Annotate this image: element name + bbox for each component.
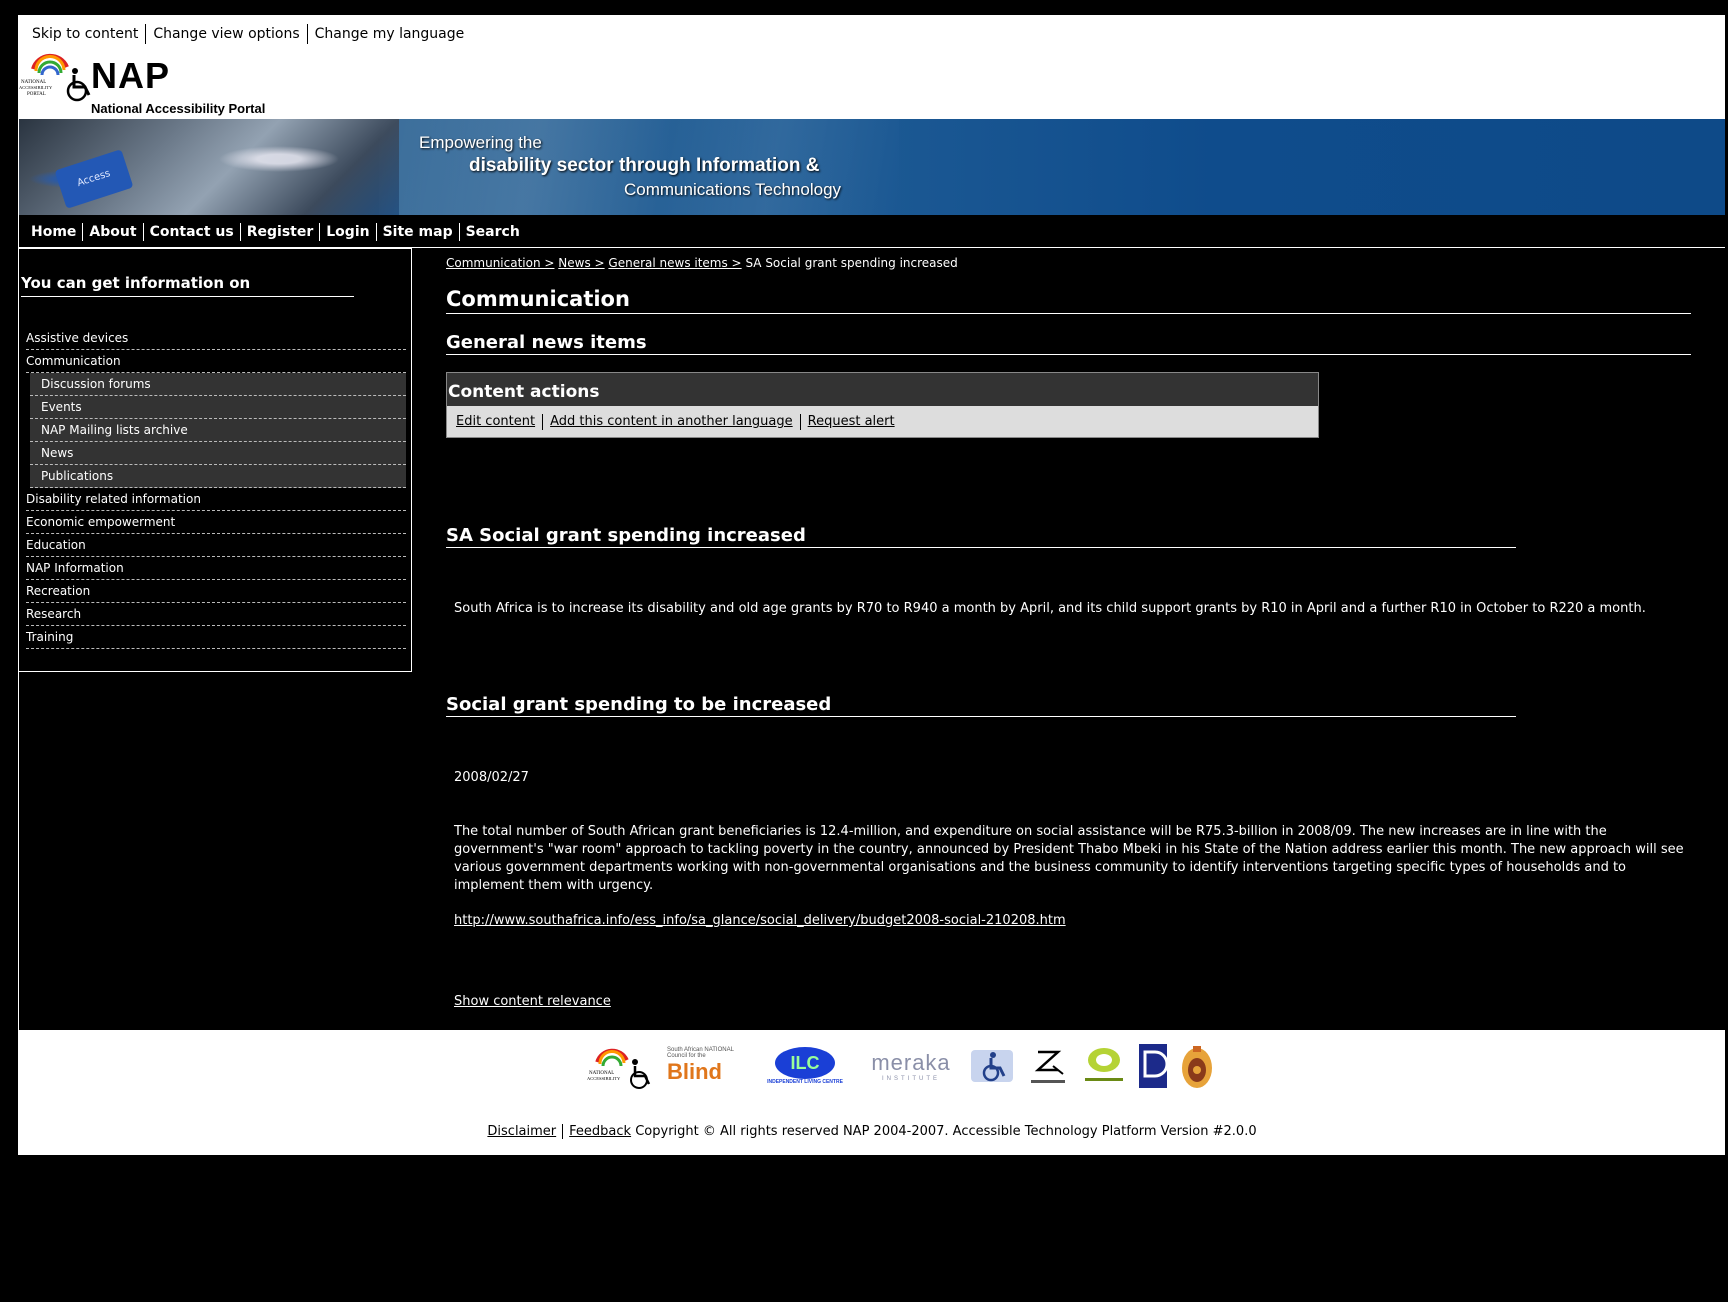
feedback-link[interactable]: Feedback [569, 1124, 631, 1139]
access-key-image: Access [54, 149, 134, 209]
article2-source-link[interactable]: http://www.southafrica.info/ess_info/sa_… [454, 912, 1699, 930]
meraka-logo-sub: INSTITUTE [882, 1076, 940, 1082]
top-nav-links: Home About Contact us Register Login Sit… [31, 223, 526, 241]
article2-title: Social grant spending to be increased [446, 694, 1516, 717]
coat-of-arms-icon[interactable] [1177, 1040, 1217, 1092]
request-alert-link[interactable]: Request alert [799, 414, 902, 430]
breadcrumb: Communication > News > General news item… [446, 256, 958, 270]
partner-logo-row: NATIONAL ACCESSIBILITY South African NAT… [587, 1040, 1217, 1092]
breadcrumb-general-news[interactable]: General news items > [608, 256, 741, 270]
sidebar-item-economic-empowerment[interactable]: Economic empowerment [26, 511, 406, 534]
wheelchair-logo-icon[interactable] [967, 1040, 1017, 1092]
header: Skip to content Change view options Chan… [19, 15, 1725, 119]
sidebar-list: Assistive devices Communication Discussi… [26, 327, 406, 649]
sidebar-item-disability-info[interactable]: Disability related information [26, 488, 406, 511]
nav-about[interactable]: About [82, 223, 142, 241]
sidebar-item-recreation[interactable]: Recreation [26, 580, 406, 603]
nav-register[interactable]: Register [239, 223, 320, 241]
svg-text:ACCESSIBILITY: ACCESSIBILITY [19, 85, 53, 90]
deafblind-logo-icon[interactable] [1023, 1040, 1073, 1092]
banner-text-line2: disability sector through Information & [469, 155, 820, 176]
page: Skip to content Change view options Chan… [18, 15, 1725, 1155]
footer-separator [562, 1124, 564, 1139]
article1-title: SA Social grant spending increased [446, 525, 1516, 548]
footer-line: Disclaimer Feedback Copyright © All right… [19, 1124, 1725, 1139]
skip-to-content-link[interactable]: Skip to content [32, 24, 145, 44]
edit-content-link[interactable]: Edit content [456, 414, 542, 430]
sidebar-item-research[interactable]: Research [26, 603, 406, 626]
article1-body: South Africa is to increase its disabili… [454, 601, 1646, 616]
banner: Access Empowering the disability sector … [19, 119, 1725, 215]
change-language-link[interactable]: Change my language [306, 24, 472, 44]
ilc-logo[interactable]: ILC INDEPENDENT LIVING CENTRE [755, 1040, 855, 1092]
sidebar-item-communication[interactable]: Communication [26, 350, 406, 373]
breadcrumb-current: SA Social grant spending increased [745, 256, 958, 270]
breadcrumb-news[interactable]: News > [558, 256, 604, 270]
mental-health-logo-icon[interactable] [1079, 1040, 1129, 1092]
sidebar-title: You can get information on [21, 274, 354, 297]
section-title: General news items [446, 332, 1691, 355]
page-title: Communication [446, 287, 1691, 314]
sidebar-item-mailing-lists[interactable]: NAP Mailing lists archive [30, 419, 406, 442]
nav-site-map[interactable]: Site map [375, 223, 459, 241]
svg-text:PORTAL: PORTAL [27, 92, 46, 97]
dpsa-logo-icon[interactable] [1135, 1040, 1171, 1092]
meraka-logo-main: meraka [871, 1050, 951, 1075]
nav-login[interactable]: Login [319, 223, 375, 241]
ilc-logo-mark: ILC [775, 1047, 835, 1079]
sidebar-item-news[interactable]: News [30, 442, 406, 465]
sidebar-item-assistive-devices[interactable]: Assistive devices [26, 327, 406, 350]
change-view-options-link[interactable]: Change view options [145, 24, 306, 44]
breadcrumb-communication[interactable]: Communication > [446, 256, 554, 270]
article2-date: 2008/02/27 [454, 770, 529, 785]
site-subtitle: National Accessibility Portal [91, 101, 266, 116]
banner-text-line1: Empowering the [419, 133, 542, 152]
svg-text:ACCESSIBILITY: ACCESSIBILITY [587, 1076, 621, 1081]
sancb-logo-top: South African NATIONAL Council for the [667, 1047, 734, 1059]
ilc-logo-sub: INDEPENDENT LIVING CENTRE [767, 1079, 843, 1085]
top-navigation: Home About Contact us Register Login Sit… [19, 215, 1725, 248]
nap-partner-logo-icon[interactable]: NATIONAL ACCESSIBILITY [587, 1040, 661, 1092]
sidebar-item-education[interactable]: Education [26, 534, 406, 557]
site-title: NAP [91, 55, 171, 96]
sidebar-item-publications[interactable]: Publications [30, 465, 406, 488]
sancb-logo-main: Blind [667, 1059, 722, 1084]
nav-search[interactable]: Search [458, 223, 526, 241]
meraka-logo[interactable]: meraka INSTITUTE [861, 1040, 961, 1092]
nav-contact-us[interactable]: Contact us [142, 223, 240, 241]
banner-photo: Access [19, 119, 399, 215]
nav-home[interactable]: Home [31, 223, 82, 241]
sidebar-item-discussion-forums[interactable]: Discussion forums [30, 373, 406, 396]
sidebar: You can get information on Assistive dev… [19, 248, 412, 672]
article2-body: The total number of South African grant … [454, 824, 1684, 893]
show-relevance-link[interactable]: Show content relevance [454, 993, 1699, 1011]
partner-logos: NATIONAL ACCESSIBILITY South African NAT… [19, 1030, 1725, 1122]
content-actions-title: Content actions [448, 382, 600, 402]
sidebar-item-events[interactable]: Events [30, 396, 406, 419]
skip-links: Skip to content Change view options Chan… [32, 24, 471, 44]
copyright-text: Copyright © All rights reserved NAP 2004… [635, 1124, 1257, 1139]
add-language-link[interactable]: Add this content in another language [542, 414, 800, 430]
banner-text-line3: Communications Technology [624, 180, 842, 199]
content-actions-bar: Edit content Add this content in another… [447, 406, 1318, 437]
content-actions-links: Edit content Add this content in another… [456, 414, 902, 430]
footer: Disclaimer Feedback Copyright © All right… [19, 1112, 1725, 1155]
sidebar-item-training[interactable]: Training [26, 626, 406, 649]
sidebar-item-nap-information[interactable]: NAP Information [26, 557, 406, 580]
content-actions-box: Content actions Edit content Add this co… [446, 372, 1319, 438]
sancb-logo[interactable]: South African NATIONAL Council for the B… [667, 1040, 749, 1092]
disclaimer-link[interactable]: Disclaimer [487, 1124, 556, 1139]
